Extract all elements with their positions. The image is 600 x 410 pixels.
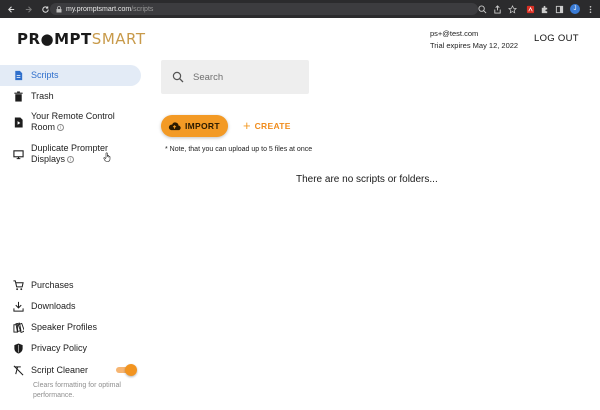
logout-button[interactable]: LOG OUT	[534, 33, 579, 44]
import-label: IMPORT	[185, 121, 220, 131]
cart-icon	[12, 279, 24, 291]
sidebar-item-label: Scripts	[31, 70, 59, 80]
document-icon	[12, 69, 24, 81]
url-host: my.promptsmart.com	[66, 5, 132, 13]
profile-avatar[interactable]: J	[570, 4, 580, 14]
sidebar-item-purchases[interactable]: Purchases	[0, 279, 141, 293]
create-button[interactable]: + CREATE	[243, 118, 291, 133]
sidebar-item-speaker-profiles[interactable]: Speaker Profiles	[0, 321, 141, 335]
search-input[interactable]	[193, 69, 303, 85]
sidebar-item-label: Trash	[31, 91, 54, 101]
sidebar-item-label-line2: Displays	[31, 154, 66, 164]
bookmark-star-icon[interactable]	[506, 3, 518, 15]
address-bar[interactable]: my.promptsmart.com/scripts	[50, 3, 478, 15]
speaker-profiles-icon	[12, 321, 24, 333]
sidebar-item-label: Privacy Policy	[31, 343, 88, 353]
extensions-puzzle-icon[interactable]	[538, 3, 550, 15]
script-cleaner-toggle[interactable]	[116, 364, 137, 376]
hand-cursor-icon	[103, 152, 111, 162]
account-email: ps+@test.com	[430, 29, 479, 38]
toggle-knob	[125, 364, 137, 376]
sidebar-item-label-wrap: Duplicate Prompter Displays i	[31, 143, 108, 165]
sidebar-item-label: Duplicate Prompter	[31, 143, 109, 153]
search-icon	[172, 71, 184, 83]
sidebar-item-label: Speaker Profiles	[31, 322, 98, 332]
sidebar-item-downloads[interactable]: Downloads	[0, 300, 141, 314]
sidebar-item-label: Your Remote Control	[31, 111, 115, 121]
trial-expiry: Trial expires May 12, 2022	[430, 41, 519, 50]
sidebar-item-label: Downloads	[31, 301, 76, 311]
monitor-icon	[12, 148, 24, 160]
remote-icon	[12, 116, 24, 128]
pdf-extension-icon[interactable]	[524, 3, 536, 15]
sidebar-item-label: Purchases	[31, 280, 74, 290]
back-icon[interactable]	[5, 3, 17, 15]
plus-icon: +	[243, 118, 251, 133]
script-cleaner-description-line1: Clears formatting for optimal	[33, 382, 121, 389]
logo-text-smart: SMART	[91, 30, 146, 48]
download-icon	[12, 300, 24, 312]
script-cleaner-description: Clears formatting for optimal performanc…	[33, 381, 143, 401]
lock-icon	[56, 5, 62, 12]
forward-icon[interactable]	[22, 3, 34, 15]
sidebar-item-duplicate-prompter-displays[interactable]: Duplicate Prompter Displays i	[0, 143, 141, 167]
zoom-icon[interactable]	[476, 3, 488, 15]
sidebar-item-privacy-policy[interactable]: Privacy Policy	[0, 342, 141, 356]
menu-dots-icon[interactable]	[584, 3, 596, 15]
trash-icon	[12, 90, 24, 102]
sidebar-item-label-wrap: Your Remote Control Room i	[31, 111, 115, 133]
sidebar-item-trash[interactable]: Trash	[0, 90, 141, 104]
sidebar-item-label: Script Cleaner	[31, 365, 89, 375]
url-path: /scripts	[131, 5, 154, 13]
upload-note: * Note, that you can upload up to 5 file…	[165, 146, 313, 153]
logo-text-prompt: PR●MPT	[17, 30, 92, 48]
shield-icon	[12, 342, 24, 354]
info-icon[interactable]: i	[67, 156, 75, 164]
sidebar-item-scripts[interactable]: Scripts	[0, 65, 141, 86]
browser-toolbar: my.promptsmart.com/scripts J	[0, 0, 600, 18]
account-info: ps+@test.com Trial expires May 12, 2022	[430, 28, 518, 52]
share-icon[interactable]	[491, 3, 503, 15]
sidepanel-icon[interactable]	[553, 3, 565, 15]
search-box	[161, 60, 309, 94]
cloud-upload-icon	[168, 122, 181, 131]
promptsmart-logo[interactable]: PR●MPTSMART	[17, 31, 146, 47]
sidebar-item-label-line2: Room	[31, 122, 56, 132]
create-label: CREATE	[254, 121, 291, 131]
clear-format-icon	[12, 364, 24, 376]
sidebar-item-remote-control-room[interactable]: Your Remote Control Room i	[0, 111, 141, 135]
info-icon[interactable]: i	[57, 124, 65, 132]
import-button[interactable]: IMPORT	[161, 115, 228, 137]
script-cleaner-description-line2: performance.	[33, 392, 75, 399]
empty-state-message: There are no scripts or folders...	[296, 174, 438, 185]
